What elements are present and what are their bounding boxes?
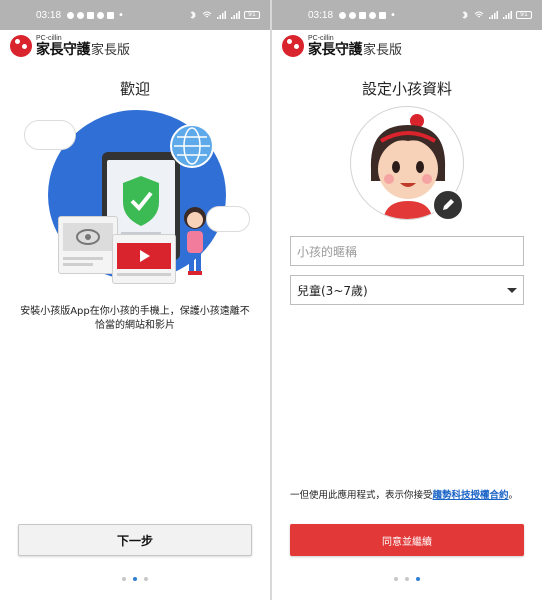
status-time: 03:18 — [36, 9, 62, 21]
app-header: PC-cillin 家長守護 家長版 — [272, 30, 542, 62]
wifi-icon — [202, 11, 212, 18]
signal-icon-2 — [503, 11, 512, 19]
app-logo-icon — [10, 35, 32, 57]
video-play-icon — [117, 243, 171, 276]
mail-icon — [379, 11, 387, 19]
more-notifications-icon: • — [390, 9, 396, 21]
age-group-value: 兒童(3~7歲) — [297, 283, 368, 298]
app-notification-icon — [359, 11, 367, 19]
globe-icon — [170, 124, 214, 168]
blocked-video-card — [112, 234, 176, 284]
cloud-icon-2 — [206, 206, 250, 232]
blocked-web-card — [58, 216, 118, 274]
page-indicator — [0, 577, 270, 581]
welcome-illustration — [20, 108, 250, 288]
pencil-icon — [443, 199, 454, 210]
chat-icon — [369, 11, 377, 19]
messenger-icon — [339, 11, 347, 19]
page-dot — [394, 577, 398, 581]
signal-icon — [489, 11, 498, 19]
welcome-description: 安裝小孩版App在你小孩的手機上，保護小孩遠離不恰當的網站和影片 — [20, 306, 250, 331]
next-button[interactable]: 下一步 — [18, 524, 252, 556]
edit-avatar-button[interactable] — [432, 189, 464, 221]
app-name: 家長守護 — [308, 42, 363, 58]
terms-suffix: 。 — [508, 490, 519, 501]
app-edition: 家長版 — [91, 43, 131, 58]
notification-icons — [339, 11, 387, 19]
bluetooth-icon — [462, 11, 468, 19]
signal-icon-2 — [231, 11, 240, 19]
notification-icons — [67, 11, 115, 19]
signal-icon — [217, 11, 226, 19]
bluetooth-icon — [190, 11, 196, 19]
page-dot-active — [416, 577, 420, 581]
more-notifications-icon: • — [118, 9, 124, 21]
license-agreement-link[interactable]: 趨勢科技授權合約 — [433, 490, 509, 501]
app-logo-icon — [282, 35, 304, 57]
battery-icon: 91 — [244, 11, 260, 19]
child-character-icon — [184, 207, 206, 275]
terms-prefix: 一但使用此應用程式，表示你接受 — [290, 490, 433, 501]
app-notification-icon — [87, 11, 95, 19]
terms-notice: 一但使用此應用程式，表示你接受趨勢科技授權合約。 — [290, 489, 526, 503]
page-dot — [122, 577, 126, 581]
brand-label: PC-cillin — [36, 35, 62, 42]
welcome-screen: 03:18 • 91 PC-cillin 家長守護 家長版 歡迎 安裝小孩版Ap… — [0, 0, 270, 600]
page-indicator — [272, 577, 542, 581]
eye-icon — [63, 223, 113, 266]
status-bar: 03:18 • 91 — [272, 0, 542, 30]
nickname-input[interactable]: 小孩的暱稱 — [290, 236, 524, 266]
battery-icon: 91 — [516, 11, 532, 19]
wifi-icon — [474, 11, 484, 18]
status-time: 03:18 — [308, 9, 334, 21]
facebook-icon — [77, 11, 85, 19]
dropdown-arrow-icon — [507, 287, 517, 293]
app-name: 家長守護 — [36, 42, 91, 58]
messenger-icon — [67, 11, 75, 19]
page-dot — [144, 577, 148, 581]
page-title: 設定小孩資料 — [361, 80, 452, 98]
page-dot-active — [133, 577, 137, 581]
page-dot — [405, 577, 409, 581]
app-edition: 家長版 — [363, 43, 403, 58]
brand-label: PC-cillin — [308, 35, 334, 42]
cloud-icon — [24, 120, 76, 150]
chat-icon — [97, 11, 105, 19]
status-bar: 03:18 • 91 — [0, 0, 270, 30]
mail-icon — [107, 11, 115, 19]
app-header: PC-cillin 家長守護 家長版 — [0, 30, 270, 62]
page-title: 歡迎 — [119, 80, 150, 98]
age-group-select[interactable]: 兒童(3~7歲) — [290, 275, 524, 305]
child-profile-screen: 03:18 • 91 PC-cillin 家長守護 家長版 設定小孩資料 小孩的… — [272, 0, 542, 600]
facebook-icon — [349, 11, 357, 19]
agree-continue-button[interactable]: 同意並繼續 — [290, 524, 524, 556]
